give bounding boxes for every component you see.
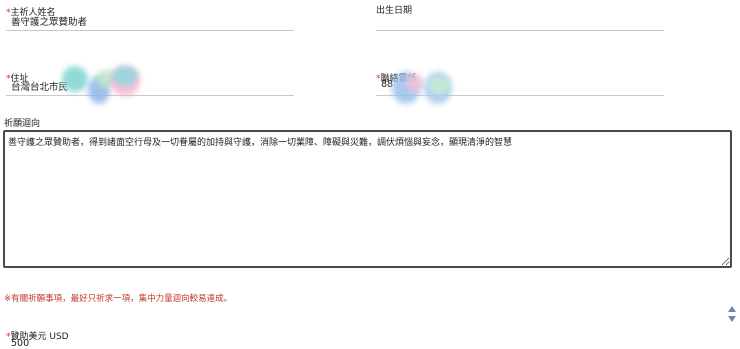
privacy-blur (62, 66, 88, 92)
privacy-blur (112, 66, 138, 86)
phone-underline (376, 94, 664, 96)
sponsor-name-underline (6, 29, 294, 31)
scroll-up-icon[interactable] (728, 306, 736, 312)
prayer-textarea[interactable] (3, 130, 732, 268)
prayer-note: ※有關祈願事項，最好只祈求一項，集中力量迴向較易達成。 (4, 294, 233, 304)
prayer-label: 祈願迴向 (4, 119, 41, 129)
privacy-blur (406, 74, 424, 92)
privacy-blur (428, 76, 450, 94)
address-underline (6, 94, 294, 96)
amount-field[interactable]: 500 (11, 338, 29, 349)
address-field[interactable]: 台灣台北市民 (11, 79, 68, 93)
sponsor-name-field[interactable]: 善守護之眾贊助者 (11, 14, 87, 28)
birth-date-underline (376, 29, 664, 31)
birth-date-field[interactable] (380, 14, 660, 26)
scroll-down-icon[interactable] (728, 316, 736, 322)
